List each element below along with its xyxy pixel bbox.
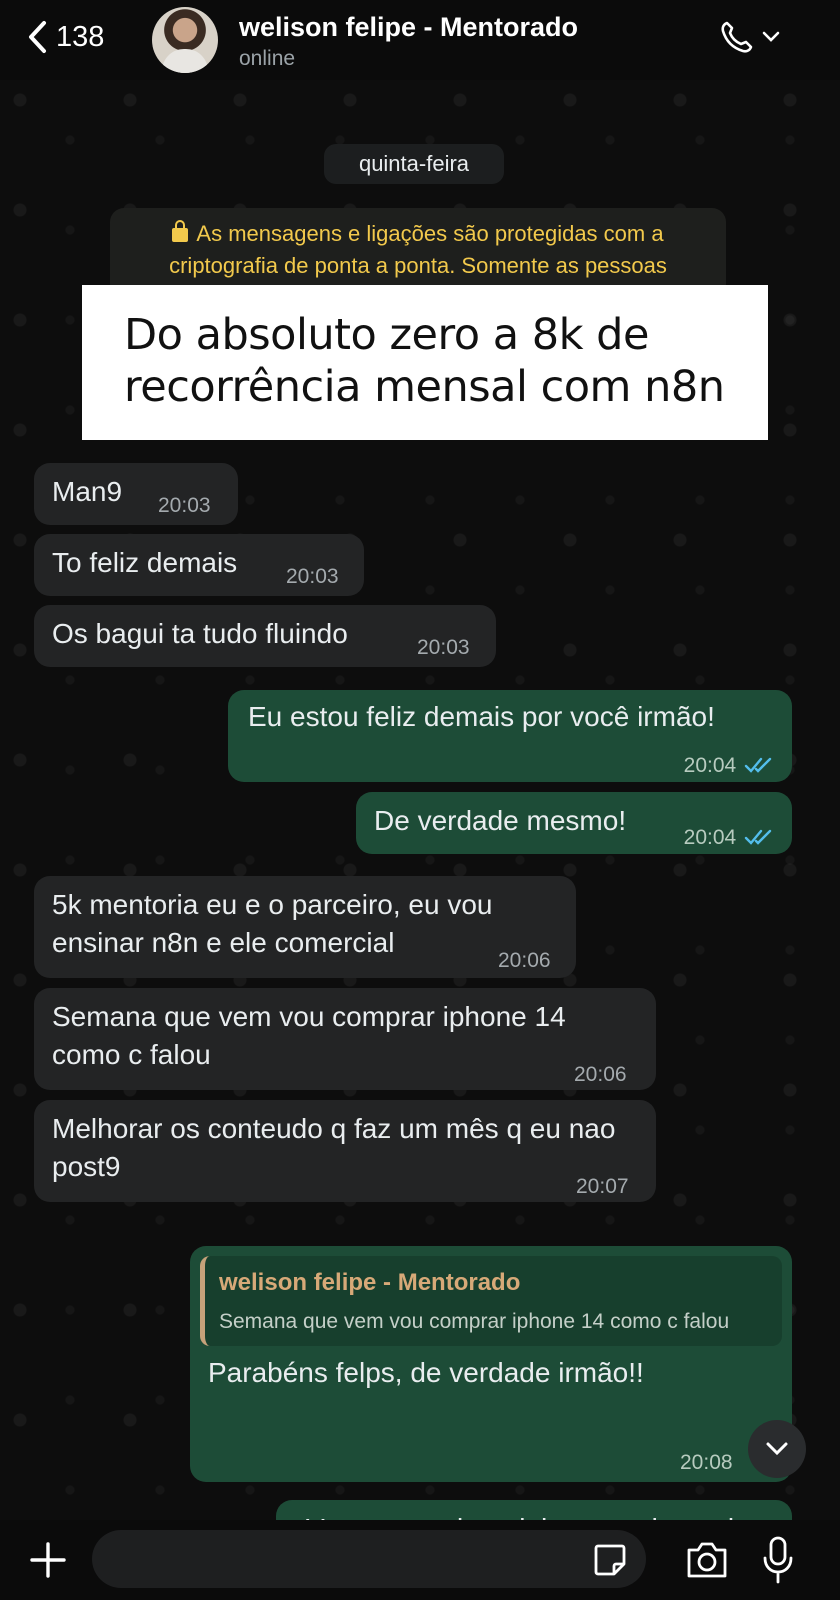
quoted-message[interactable]: welison felipe - Mentorado Semana que ve… [200, 1256, 782, 1346]
double-check-icon [744, 757, 772, 773]
message-outgoing[interactable]: Eu estou feliz demais por você irmão! 20… [228, 690, 792, 782]
message-text: Eu estou feliz demais por você irmão! [248, 701, 715, 732]
message-incoming[interactable]: Melhorar os conteudo q faz um mês q eu n… [34, 1100, 656, 1202]
message-time: 20:03 [158, 494, 211, 517]
message-outgoing[interactable]: Vou te mandar minha agenda aqui [276, 1500, 792, 1520]
message-text: 5k mentoria eu e o parceiro, eu vou ensi… [52, 889, 493, 958]
message-time: 20:04 [683, 754, 737, 777]
message-incoming[interactable]: 5k mentoria eu e o parceiro, eu vou ensi… [34, 876, 576, 978]
message-time: 20:04 [683, 826, 737, 849]
message-incoming[interactable]: Man9 20:03 [34, 463, 238, 525]
message-incoming[interactable]: Semana que vem vou comprar iphone 14 com… [34, 988, 656, 1090]
call-button[interactable] [718, 18, 780, 56]
message-time: 20:08 [680, 1451, 733, 1474]
avatar[interactable] [152, 7, 218, 73]
message-time: 20:06 [498, 949, 551, 972]
chevron-down-icon [766, 1442, 788, 1456]
message-text: Os bagui ta tudo fluindo [52, 618, 348, 649]
chat-header: 138 welison felipe - Mentorado online [0, 0, 840, 80]
back-button[interactable]: 138 [26, 20, 104, 54]
microphone-icon[interactable] [760, 1534, 796, 1586]
quoted-text: Semana que vem vou comprar iphone 14 com… [219, 1310, 730, 1333]
overlay-caption: Do absoluto zero a 8k de recorrência men… [82, 285, 768, 440]
message-time: 20:07 [576, 1175, 629, 1198]
message-text: Melhorar os conteudo q faz um mês q eu n… [52, 1113, 616, 1182]
encryption-text: As mensagens e ligações são protegidas c… [169, 221, 667, 278]
contact-status: online [239, 47, 296, 70]
quoted-sender: welison felipe - Mentorado [219, 1269, 521, 1296]
message-outgoing[interactable]: De verdade mesmo! 20:04 [356, 792, 792, 854]
message-incoming[interactable]: Os bagui ta tudo fluindo 20:03 [34, 605, 496, 667]
message-text: Vou te mandar minha agenda aqui [294, 1510, 774, 1520]
message-time: 20:03 [417, 636, 470, 659]
chevron-down-icon [762, 31, 780, 42]
message-incoming[interactable]: To feliz demais 20:03 [34, 534, 364, 596]
phone-icon [721, 21, 753, 53]
message-text: Semana que vem vou comprar iphone 14 com… [52, 1001, 566, 1070]
chat-area[interactable]: quinta-feira As mensagens e ligações são… [0, 80, 840, 1520]
message-outgoing-reply[interactable]: welison felipe - Mentorado Semana que ve… [190, 1246, 792, 1482]
plus-icon[interactable] [24, 1536, 72, 1584]
contact-info[interactable]: welison felipe - Mentorado online [239, 12, 578, 71]
overlay-caption-line1: Do absoluto zero a 8k de [124, 310, 649, 360]
chevron-left-icon [29, 21, 46, 53]
contact-name: welison felipe - Mentorado [239, 12, 579, 42]
overlay-caption-line2: recorrência mensal com n8n [124, 362, 725, 412]
message-text: Man9 [52, 476, 123, 507]
message-time: 20:03 [286, 565, 339, 588]
camera-icon[interactable] [684, 1538, 730, 1582]
scroll-to-bottom-button[interactable] [748, 1420, 806, 1478]
message-text: Parabéns felps, de verdade irmão!! [208, 1357, 644, 1388]
sticker-icon[interactable] [590, 1540, 630, 1580]
message-text: To feliz demais [52, 547, 238, 578]
date-separator: quinta-feira [324, 144, 504, 184]
message-time: 20:06 [574, 1063, 627, 1086]
unread-count: 138 [56, 20, 105, 53]
message-text: De verdade mesmo! [374, 805, 627, 836]
message-input[interactable] [92, 1530, 646, 1588]
double-check-icon [744, 829, 772, 845]
composer-bar [0, 1520, 840, 1600]
lock-icon [172, 220, 189, 242]
